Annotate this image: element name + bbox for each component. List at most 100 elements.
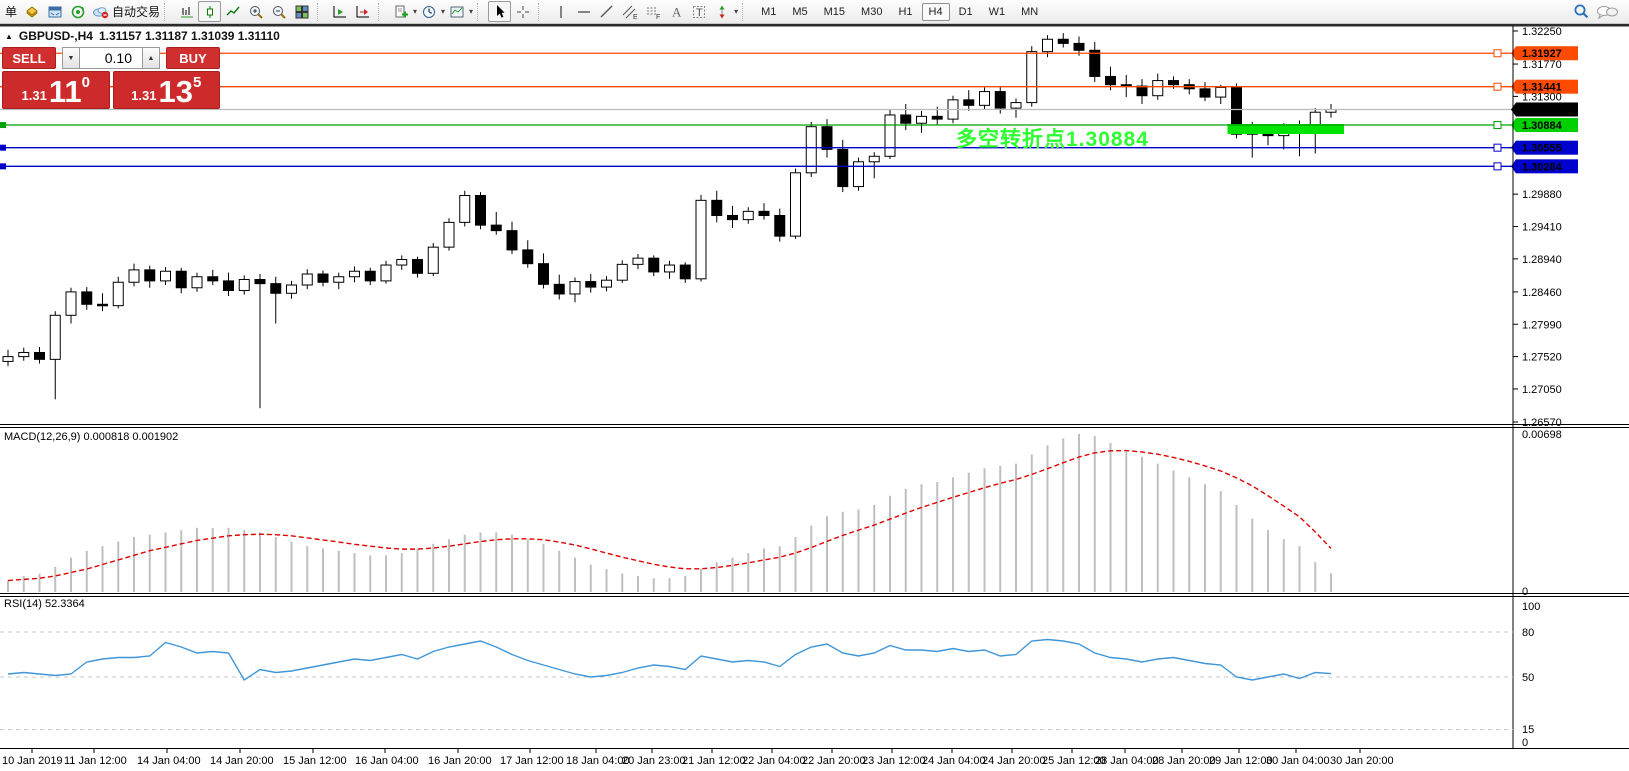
arrows-icon[interactable]: [710, 1, 733, 22]
timeframe-button-M1[interactable]: M1: [754, 3, 783, 21]
periods-icon[interactable]: [417, 1, 440, 22]
toolbar-separator: [538, 3, 546, 21]
macd-max-label: 0.00698: [1522, 429, 1562, 441]
indicators-icon[interactable]: [389, 1, 412, 22]
metaeditor-icon[interactable]: [43, 1, 66, 22]
bar-chart-icon[interactable]: [175, 1, 198, 22]
time-axis-label: 28 Jan 20:00: [1152, 755, 1216, 767]
line-right-handle: [1494, 144, 1501, 151]
time-axis-label: 22 Jan 04:00: [742, 755, 806, 767]
volume-input[interactable]: 0.10: [80, 47, 142, 69]
time-axis-label: 21 Jan 12:00: [682, 755, 746, 767]
rsi-axis-label: 100: [1522, 601, 1540, 613]
line-chart-icon[interactable]: [221, 1, 244, 22]
price-tag-label: 1.30555: [1522, 143, 1562, 155]
timeframe-button-W1[interactable]: W1: [982, 3, 1013, 21]
volume-up-button[interactable]: ▲: [142, 47, 160, 69]
line-left-anchor: [0, 122, 6, 128]
chart-canvas[interactable]: 1.319271.314411.311101.308841.305551.302…: [0, 24, 1629, 771]
svg-text:A: A: [672, 4, 682, 19]
line-right-handle: [1494, 83, 1501, 90]
history-center-icon[interactable]: [20, 1, 43, 22]
chart-window[interactable]: 1.319271.314411.311101.308841.305551.302…: [0, 24, 1629, 771]
autotrading-icon[interactable]: [89, 1, 112, 22]
timeframe-button-M5[interactable]: M5: [785, 3, 814, 21]
time-axis-label: 16 Jan 04:00: [355, 755, 419, 767]
sell-button[interactable]: SELL: [2, 47, 56, 69]
signals-icon[interactable]: [66, 1, 89, 22]
tile-windows-icon[interactable]: [290, 1, 313, 22]
text-label-icon[interactable]: T: [687, 1, 710, 22]
autotrading-label[interactable]: 自动交易: [112, 3, 160, 20]
price-axis-label: 1.32250: [1522, 26, 1562, 38]
sell-price-main: 11: [49, 79, 82, 105]
buy-price-block[interactable]: 1.31 13 5: [113, 71, 221, 109]
equidistant-channel-icon[interactable]: E: [618, 1, 641, 22]
crosshair-icon[interactable]: [511, 1, 534, 22]
new-order-partial-button[interactable]: 单: [2, 1, 20, 22]
timeframe-button-H4[interactable]: H4: [922, 3, 950, 21]
search-icon[interactable]: [1570, 1, 1593, 22]
chart-top-border: [0, 24, 1629, 27]
chart-header: ▲ GBPUSD-,H4 1.31157 1.31187 1.31039 1.3…: [5, 29, 280, 43]
rsi-axis-label: 15: [1522, 724, 1534, 736]
time-axis-label: 20 Jan 23:00: [622, 755, 686, 767]
templates-caret-icon[interactable]: ▾: [469, 7, 473, 16]
toolbar-separator: [317, 3, 325, 21]
rsi-axis-label: 0: [1522, 737, 1528, 749]
chart-bottom-border: [0, 748, 1629, 749]
timeframe-button-D1[interactable]: D1: [952, 3, 980, 21]
one-click-trade-panel: SELL ▼ 0.10 ▲ BUY 1.31 11 0 1.31 13 5: [2, 47, 220, 109]
pivot-annotation[interactable]: 多空转折点1.30884: [956, 123, 1149, 153]
cursor-icon[interactable]: [488, 1, 511, 22]
buy-button[interactable]: BUY: [166, 47, 220, 69]
text-icon[interactable]: A: [664, 1, 687, 22]
horizontal-line-icon[interactable]: [572, 1, 595, 22]
rsi-axis-label: 80: [1522, 627, 1534, 639]
volume-down-button[interactable]: ▼: [62, 47, 80, 69]
svg-text:E: E: [633, 14, 638, 20]
macd-histogram: [8, 434, 1331, 592]
timeframe-button-H1[interactable]: H1: [891, 3, 919, 21]
rsi-axis-label: 50: [1522, 672, 1534, 684]
vertical-line-icon[interactable]: [549, 1, 572, 22]
templates-icon[interactable]: [445, 1, 468, 22]
price-axis-label: 1.27050: [1522, 384, 1562, 396]
toolbar-separator: [742, 3, 750, 21]
timeframe-button-M15[interactable]: M15: [817, 3, 852, 21]
toolbar-separator: [378, 3, 386, 21]
time-axis-label: 10 Jan 2019: [2, 755, 63, 767]
price-tag-label: 1.30284: [1522, 161, 1563, 173]
svg-text:T: T: [696, 7, 703, 19]
timeframe-button-M30[interactable]: M30: [854, 3, 889, 21]
line-left-anchor: [0, 145, 6, 151]
svg-text:F: F: [656, 14, 660, 20]
time-axis-label: 23 Jan 12:00: [862, 755, 926, 767]
price-axis-label: 1.29880: [1522, 189, 1562, 201]
timeframe-group: M1M5M15M30H1H4D1W1MN: [753, 3, 1046, 21]
candlestick-chart-icon[interactable]: [198, 1, 221, 22]
timeframe-button-MN[interactable]: MN: [1014, 3, 1045, 21]
price-axis-label: 1.27520: [1522, 352, 1562, 364]
chart-shift-icon[interactable]: [351, 1, 374, 22]
time-axis-label: 28 Jan 04:00: [1095, 755, 1159, 767]
line-right-handle: [1494, 163, 1501, 170]
chat-icon[interactable]: [1593, 1, 1621, 22]
price-axis-label: 1.28940: [1522, 254, 1562, 266]
arrows-caret-icon[interactable]: ▾: [734, 7, 738, 16]
fibonacci-icon[interactable]: F: [641, 1, 664, 22]
time-axis-label: 11 Jan 12:00: [64, 755, 127, 767]
sell-price-pip: 0: [82, 74, 90, 91]
zoom-out-icon[interactable]: [267, 1, 290, 22]
time-axis-label: 24 Jan 04:00: [922, 755, 986, 767]
time-axis-label: 14 Jan 04:00: [137, 755, 201, 767]
collapse-icon[interactable]: ▲: [5, 32, 13, 41]
time-axis-label: 14 Jan 20:00: [210, 755, 274, 767]
auto-scroll-icon[interactable]: [328, 1, 351, 22]
price-axis-label: 1.28460: [1522, 287, 1562, 299]
zoom-in-icon[interactable]: [244, 1, 267, 22]
sell-price-block[interactable]: 1.31 11 0: [2, 71, 110, 109]
trendline-icon[interactable]: [595, 1, 618, 22]
buy-price-main: 13: [158, 79, 192, 105]
ohlc-values: 1.31157 1.31187 1.31039 1.31110: [99, 29, 280, 43]
